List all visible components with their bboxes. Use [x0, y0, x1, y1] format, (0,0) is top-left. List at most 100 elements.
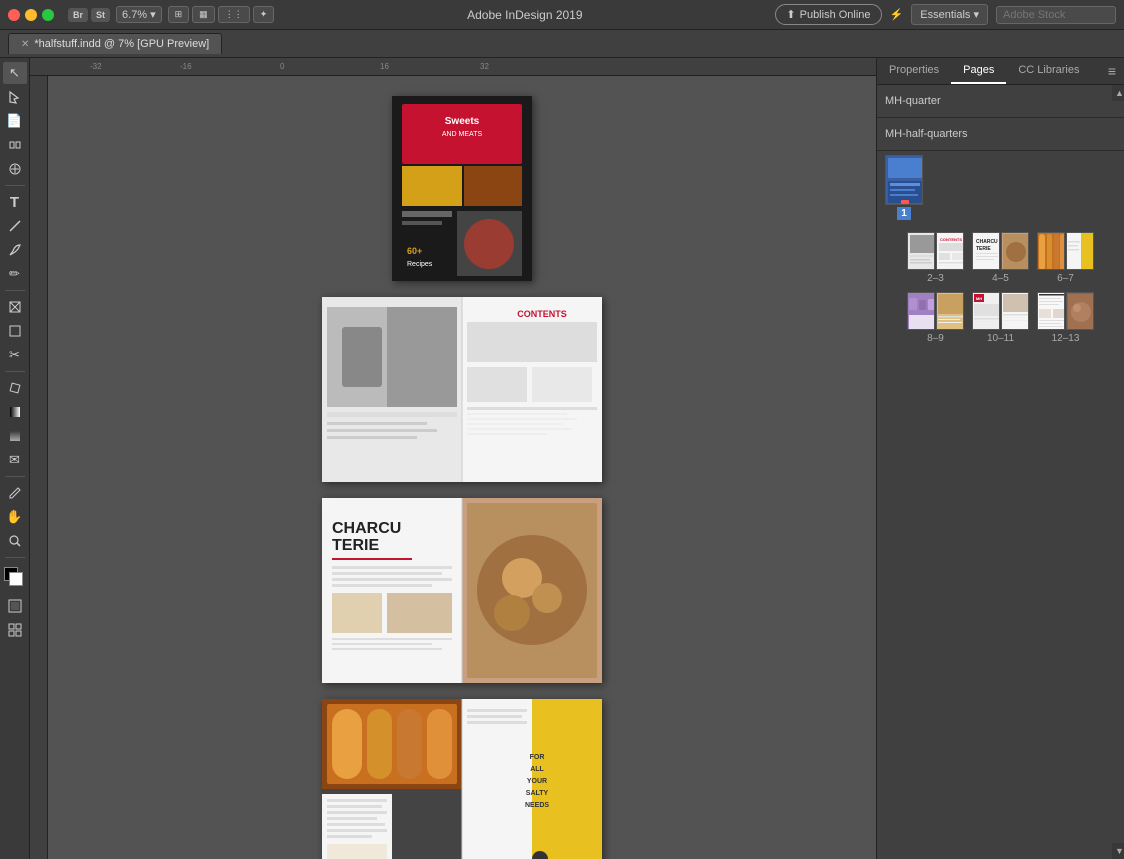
tool-separator-2	[5, 290, 25, 291]
ruler-mark-neg16: -16	[180, 62, 192, 71]
ruler-mark-0: 0	[280, 62, 284, 71]
tab-cc-libraries[interactable]: CC Libraries	[1006, 58, 1091, 84]
pen-tool[interactable]	[3, 239, 27, 261]
app-icons: Br St	[68, 8, 110, 22]
page-spread-6-7[interactable]: FOR ALL YOUR SALTY NEEDS	[322, 699, 602, 859]
text-tool[interactable]: T	[3, 191, 27, 213]
svg-text:AND MEATS: AND MEATS	[442, 131, 483, 138]
bridge-icon-button[interactable]: Br	[68, 8, 88, 22]
hand-tool[interactable]: ✋	[3, 506, 27, 528]
publish-label: Publish Online	[800, 9, 871, 21]
lightning-icon: ⚡	[890, 8, 904, 21]
svg-text:Sweets: Sweets	[445, 116, 480, 127]
svg-text:Recipes: Recipes	[407, 261, 433, 268]
free-transform-tool[interactable]	[3, 377, 27, 399]
page-spread-2-3[interactable]: CONTENTS	[322, 297, 602, 482]
tab-bar: ✕ *halfstuff.indd @ 7% [GPU Preview]	[0, 30, 1124, 58]
essentials-label: Essentials	[920, 9, 970, 21]
view-mode-1[interactable]: ⊞	[168, 6, 190, 23]
scroll-up-button[interactable]: ▲	[1112, 85, 1124, 101]
pencil-tool[interactable]: ✏	[3, 263, 27, 285]
page-thumb-12-13[interactable]: 12–13	[1037, 292, 1094, 344]
scroll-down-button[interactable]: ▼	[1112, 843, 1124, 859]
svg-text:60+: 60+	[407, 246, 422, 256]
page-thumb-10: MH	[972, 292, 1000, 330]
page-label-4-5: 4–5	[992, 273, 1009, 284]
masters-section: MH-quarter	[877, 85, 1124, 118]
page-thumb-2	[907, 232, 935, 270]
zoom-chevron-icon: ▾	[150, 8, 156, 21]
maximize-button[interactable]	[42, 9, 54, 21]
canvas-area[interactable]: -32 -16 0 16 32	[30, 58, 876, 859]
page-thumb-2-3[interactable]: CONTENTS 2–3	[907, 232, 964, 284]
rectangle-frame-tool[interactable]	[3, 296, 27, 318]
view-mode-4[interactable]: ✦	[253, 6, 275, 23]
title-bar-left: Br St 6.7% ▾ ⊞ ▦ ⋮⋮ ✦	[8, 6, 274, 23]
tool-separator-5	[5, 557, 25, 558]
minimize-button[interactable]	[25, 9, 37, 21]
direct-selection-tool[interactable]	[3, 86, 27, 108]
page-spread-4-5[interactable]: CHARCU TERIE	[322, 498, 602, 683]
gradient-swatch-tool[interactable]	[3, 401, 27, 423]
stock-icon-button[interactable]: St	[91, 8, 110, 22]
publish-online-button[interactable]: ⬆ Publish Online	[775, 4, 881, 25]
gradient-feather-tool[interactable]	[3, 425, 27, 447]
page-thumb-13	[1066, 292, 1094, 330]
document-tab[interactable]: ✕ *halfstuff.indd @ 7% [GPU Preview]	[8, 33, 222, 54]
page-thumb-4-5[interactable]: CHARCU TERIE	[972, 232, 1029, 284]
toggle-display-mode[interactable]	[3, 595, 27, 617]
page-spread-1[interactable]: Sweets AND MEATS 60+ Recipes	[392, 96, 532, 281]
master-thumbs: 1	[877, 151, 1124, 224]
note-tool[interactable]: ✉	[3, 449, 27, 471]
svg-text:MH: MH	[976, 296, 982, 301]
page-tool[interactable]: 📄	[3, 110, 27, 132]
tab-close-icon[interactable]: ✕	[21, 39, 29, 50]
master-mh-half-quarters[interactable]: MH-half-quarters	[885, 126, 968, 142]
line-tool[interactable]	[3, 215, 27, 237]
essentials-button[interactable]: Essentials ▾	[911, 4, 988, 25]
ruler-mark-pos16: 16	[380, 62, 389, 71]
panel-menu-icon[interactable]: ≡	[1100, 59, 1124, 83]
ruler-mark-neg32: -32	[90, 62, 102, 71]
title-bar-right: ⬆ Publish Online ⚡ Essentials ▾	[775, 4, 1116, 25]
page-thumb-6-7[interactable]: 6–7	[1037, 232, 1094, 284]
tab-pages[interactable]: Pages	[951, 58, 1006, 84]
page-thumb-4: CHARCU TERIE	[972, 232, 1000, 270]
page-label-10-11: 10–11	[987, 333, 1014, 344]
eyedropper-tool[interactable]	[3, 482, 27, 504]
tab-label: *halfstuff.indd @ 7% [GPU Preview]	[34, 38, 209, 50]
svg-text:TERIE: TERIE	[976, 246, 991, 252]
tool-separator-3	[5, 371, 25, 372]
content-collector-tool[interactable]	[3, 158, 27, 180]
search-input[interactable]	[996, 6, 1116, 24]
panel-scroll[interactable]: MH-quarter MH-half-quarters	[877, 85, 1124, 859]
gap-tool[interactable]	[3, 134, 27, 156]
zoom-tool[interactable]	[3, 530, 27, 552]
svg-text:CONTENTS: CONTENTS	[940, 237, 962, 242]
color-swatches[interactable]	[4, 567, 26, 589]
vertical-ruler	[30, 76, 48, 859]
zoom-control[interactable]: 6.7% ▾	[116, 6, 162, 23]
app-title: Adobe InDesign 2019	[467, 8, 582, 22]
scroll-arrows: ▲ ▼	[1112, 85, 1124, 859]
view-mode-2[interactable]: ▦	[192, 6, 215, 23]
svg-text:ALL: ALL	[530, 766, 544, 773]
page-thumb-8-9[interactable]: 8–9	[907, 292, 964, 344]
ruler-mark-pos32: 32	[480, 62, 489, 71]
background-color[interactable]	[9, 572, 23, 586]
page-label-12-13: 12–13	[1052, 333, 1080, 344]
selection-tool[interactable]: ↖	[3, 62, 27, 84]
canvas-with-ruler: -32 -16 0 16 32	[30, 58, 876, 859]
page-label-2-3: 2–3	[927, 273, 944, 284]
panel-tabs: Properties Pages CC Libraries ≡	[877, 58, 1124, 85]
frame-mode-button[interactable]	[3, 619, 27, 641]
master-mh-quarter[interactable]: MH-quarter	[885, 93, 1116, 109]
scissors-tool[interactable]: ✂	[3, 344, 27, 366]
view-mode-3[interactable]: ⋮⋮	[218, 6, 250, 23]
page-thumb-10-11[interactable]: MH	[972, 292, 1029, 344]
rectangle-tool[interactable]	[3, 320, 27, 342]
master-thumb-quarter[interactable]: 1	[885, 155, 923, 220]
svg-text:TERIE: TERIE	[332, 537, 379, 554]
close-button[interactable]	[8, 9, 20, 21]
tab-properties[interactable]: Properties	[877, 58, 951, 84]
